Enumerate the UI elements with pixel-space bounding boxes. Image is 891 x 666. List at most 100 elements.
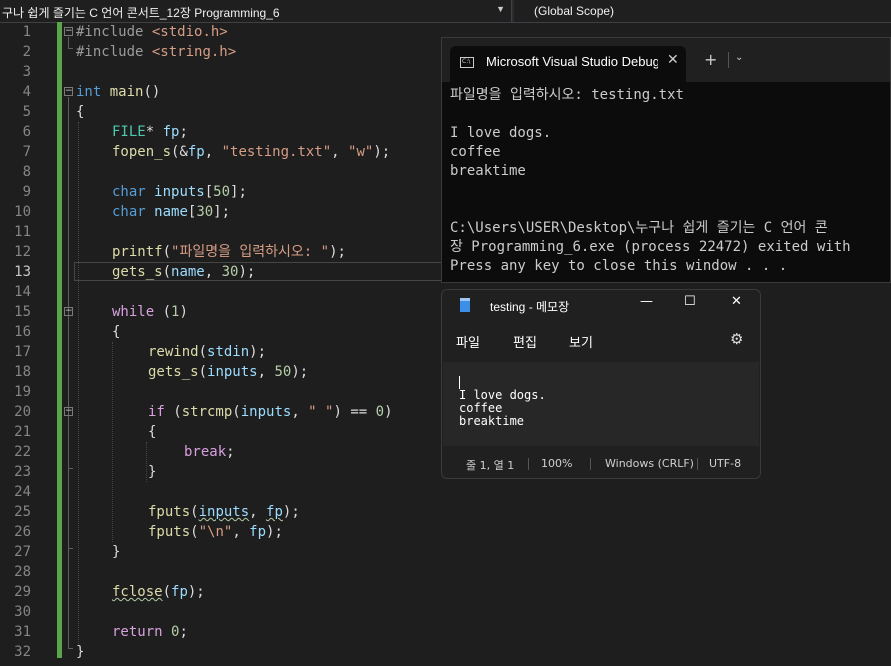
line-number: 19 — [14, 384, 31, 400]
menu-view[interactable]: 보기 — [569, 332, 593, 351]
collapse-icon[interactable]: − — [64, 407, 73, 416]
code-line-32: } — [76, 642, 84, 662]
notepad-title-bar[interactable]: testing - 메모장 — ☐ ✕ — [442, 290, 760, 322]
code-line-15: while (1) — [112, 302, 188, 322]
collapse-icon[interactable]: − — [64, 27, 73, 36]
line-number: 12 — [14, 244, 31, 260]
keyword: char — [112, 184, 146, 200]
function-name: gets_s — [112, 264, 163, 280]
collapse-icon[interactable]: − — [64, 307, 73, 316]
notepad-window[interactable]: testing - 메모장 — ☐ ✕ 파일 편집 보기 ⚙ I love do… — [441, 289, 761, 479]
menu-file[interactable]: 파일 — [456, 332, 480, 351]
tab-separator — [728, 52, 729, 68]
chevron-down-icon: ▼ — [496, 4, 505, 14]
variable: inputs — [240, 404, 292, 420]
punctuation: , — [249, 504, 267, 520]
status-separator — [528, 458, 529, 470]
type-name: FILE — [112, 124, 146, 140]
console-tab[interactable]: C:\ Microsoft Visual Studio Debug ✕ — [450, 46, 686, 82]
header-name: <stdio.h> — [151, 24, 228, 40]
line-number: 7 — [22, 144, 31, 160]
status-separator — [697, 458, 698, 470]
notepad-status-bar: 줄 1, 열 1 100% Windows (CRLF) UTF-8 — [442, 448, 760, 478]
scope-dropdown-label: (Global Scope) — [534, 4, 615, 18]
text-line: breaktime — [459, 414, 525, 428]
console-line: 장 Programming_6.exe (process 22472) exit… — [450, 239, 851, 255]
brace: { — [148, 424, 157, 440]
collapse-icon[interactable]: − — [64, 87, 73, 96]
punctuation: , — [331, 144, 349, 160]
code-line-12: printf("파일명을 입력하시오: "); — [112, 242, 346, 262]
line-number: 21 — [14, 424, 31, 440]
number-literal: 30 — [221, 264, 239, 280]
chevron-down-icon[interactable]: ⌄ — [735, 52, 743, 63]
close-tab-icon[interactable]: ✕ — [667, 52, 679, 68]
console-line: 파일명을 입력하시오: testing.txt — [450, 87, 684, 103]
close-icon[interactable]: ✕ — [731, 294, 742, 309]
punctuation: ; — [179, 124, 188, 140]
variable: inputs — [154, 184, 205, 200]
line-number: 28 — [14, 564, 31, 580]
code-line-2: #include <string.h> — [76, 42, 236, 62]
preprocessor-directive: #include — [76, 24, 144, 40]
line-number: 9 — [22, 184, 31, 200]
code-line-10: char name[30]; — [112, 202, 230, 222]
punctuation: ); — [282, 504, 300, 520]
fold-end — [68, 48, 73, 49]
line-number: 8 — [22, 164, 31, 180]
console-line: Press any key to close this window . . . — [450, 258, 788, 274]
notepad-menu-bar: 파일 편집 보기 ⚙ — [442, 328, 760, 354]
notepad-title: testing - 메모장 — [490, 300, 570, 314]
code-line-7: fopen_s(&fp, "testing.txt", "w"); — [112, 142, 390, 162]
punctuation: ); — [329, 244, 346, 260]
code-line-23: } — [148, 462, 156, 482]
minimize-icon[interactable]: — — [640, 294, 653, 309]
line-number: 29 — [14, 584, 31, 600]
variable: fp — [187, 144, 205, 160]
code-line-9: char inputs[50]; — [112, 182, 247, 202]
punctuation: ]; — [213, 204, 231, 220]
line-number: 10 — [14, 204, 31, 220]
variable-with-warning: fp — [266, 504, 283, 520]
punctuation: , — [204, 144, 222, 160]
punctuation: ); — [266, 524, 283, 540]
punctuation: (& — [171, 144, 188, 160]
variable: fp — [249, 524, 267, 540]
control-keyword: break — [184, 444, 227, 460]
punctuation: ( — [198, 364, 208, 380]
code-line-25: fputs(inputs, fp); — [148, 502, 300, 522]
line-number: 6 — [22, 124, 31, 140]
line-number-active: 13 — [14, 264, 31, 280]
punctuation: ( — [190, 524, 199, 540]
number-literal: 0 — [375, 404, 385, 420]
punctuation: ); — [249, 344, 267, 360]
scope-dropdown[interactable]: (Global Scope) — [514, 0, 891, 22]
punctuation: ( — [164, 404, 182, 420]
punctuation: ( — [162, 244, 172, 260]
number-literal: 30 — [196, 204, 214, 220]
new-tab-plus-icon[interactable]: + — [704, 50, 717, 69]
brace: } — [112, 544, 121, 560]
header-name: <string.h> — [151, 44, 237, 60]
punctuation: , — [204, 264, 222, 280]
debug-console-window[interactable]: C:\ Microsoft Visual Studio Debug ✕ + ⌄ … — [441, 37, 891, 283]
punctuation: ) — [179, 304, 188, 320]
code-line-27: } — [112, 542, 120, 562]
terminal-icon: C:\ — [460, 57, 474, 68]
control-keyword: while — [112, 304, 155, 320]
function-name-with-warning: fclose — [112, 584, 163, 600]
indent-guide — [112, 342, 113, 542]
indent-guide — [78, 122, 79, 644]
function-name: printf — [112, 244, 163, 260]
brace: } — [76, 644, 85, 660]
maximize-icon[interactable]: ☐ — [684, 294, 696, 309]
project-dropdown[interactable]: 구나 쉽게 즐기는 C 언어 콘서트_12장 Programming_6 ▼ — [0, 0, 512, 22]
menu-edit[interactable]: 편집 — [513, 332, 537, 351]
console-line: coffee — [450, 144, 501, 160]
punctuation: ( — [162, 264, 172, 280]
notepad-text-area[interactable]: I love dogs. coffee breaktime — [443, 362, 759, 446]
console-line: I love dogs. — [450, 125, 552, 141]
code-line-26: fputs("\n", fp); — [148, 522, 283, 542]
settings-gear-icon[interactable]: ⚙ — [730, 330, 743, 348]
fold-end — [68, 648, 73, 649]
